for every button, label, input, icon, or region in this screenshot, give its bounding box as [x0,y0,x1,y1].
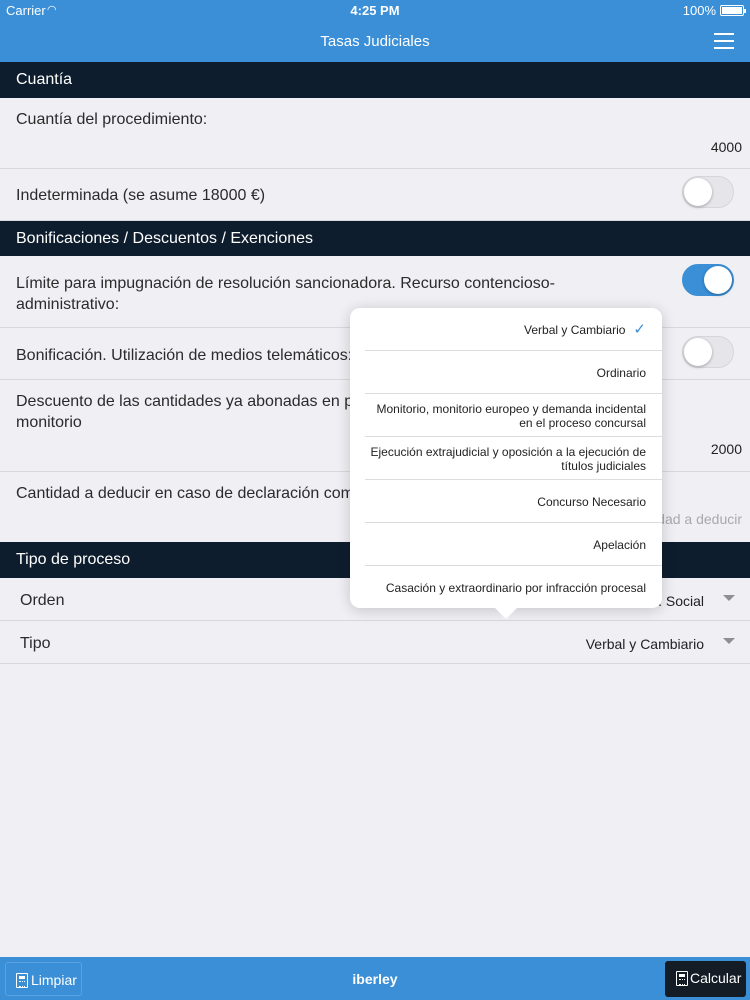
indeterminada-row: Indeterminada (se asume 18000 €) [0,169,750,221]
orden-label: Orden [20,592,65,609]
descuento-input[interactable]: 2000 [711,441,742,457]
picker-option-label: Ordinario [596,365,646,380]
brand-logo: iberley [352,971,398,987]
picker-option[interactable]: Ordinario [350,351,662,394]
bottom-toolbar: Limpiar iberley Calcular [0,957,750,1000]
picker-option[interactable]: Concurso Necesario [350,480,662,523]
menu-icon[interactable] [714,33,734,49]
picker-option-label: Concurso Necesario [537,494,646,509]
picker-option[interactable]: Monitorio, monitorio europeo y demanda i… [350,394,662,437]
tipo-label: Tipo [20,635,51,652]
orden-value: . Social [658,593,704,609]
picker-option-label: Apelación [593,537,646,552]
picker-option-label: Casación y extraordinario por infracción… [385,580,646,595]
picker-option-label: Monitorio, monitorio europeo y demanda i… [376,401,647,430]
indeterminada-toggle[interactable] [682,176,734,208]
navigation-bar: Tasas Judiciales [0,22,750,62]
descuento-label-line1: Descuento de las cantidades ya abonadas … [16,393,359,410]
calcular-button[interactable]: Calcular [665,961,746,997]
status-time: 4:25 PM [350,3,400,18]
tipo-picker-popover: Verbal y Cambiario ✓ Ordinario Monitorio… [350,308,662,619]
calcular-label: Calcular [690,970,742,986]
cuantia-procedimiento-row[interactable]: Cuantía del procedimiento: 4000 [0,98,750,169]
picker-option[interactable]: Ejecución extrajudicial y oposición a la… [350,437,662,480]
deducir-input[interactable]: dad a deducir [657,511,742,527]
status-bar: Carrier ◠ 4:25 PM 100% [0,0,750,22]
section-header-bonificaciones: Bonificaciones / Descuentos / Exenciones [0,221,750,256]
deducir-label: Cantidad a deducir en caso de declaració… [16,485,354,502]
page-title: Tasas Judiciales [320,33,430,50]
calculator-icon [676,971,688,986]
descuento-label-line2: monitorio [16,414,82,431]
section-header-cuantia: Cuantía [0,62,750,98]
picker-option-label: Verbal y Cambiario [524,322,626,337]
picker-option[interactable]: Apelación [350,523,662,566]
chevron-down-icon[interactable] [723,638,735,644]
limite-impugnacion-toggle[interactable] [682,264,734,296]
chevron-down-icon[interactable] [723,595,735,601]
telematicos-toggle[interactable] [682,336,734,368]
picker-option-label: Ejecución extrajudicial y oposición a la… [370,444,647,473]
popover-arrow [495,608,517,619]
battery-percentage: 100% [682,3,716,18]
tipo-select-row[interactable]: Tipo Verbal y Cambiario [0,621,750,664]
cuantia-procedimiento-input[interactable]: 4000 [711,139,742,155]
indeterminada-label: Indeterminada (se asume 18000 €) [16,187,266,204]
checkmark-icon: ✓ [633,320,646,338]
picker-option[interactable]: Verbal y Cambiario ✓ [350,308,662,351]
picker-option[interactable]: Casación y extraordinario por infracción… [350,566,662,609]
tipo-value: Verbal y Cambiario [585,636,704,652]
cuantia-procedimiento-label: Cuantía del procedimiento: [16,111,208,128]
battery-icon [720,5,746,16]
telematicos-label: Bonificación. Utilización de medios tele… [16,347,353,364]
